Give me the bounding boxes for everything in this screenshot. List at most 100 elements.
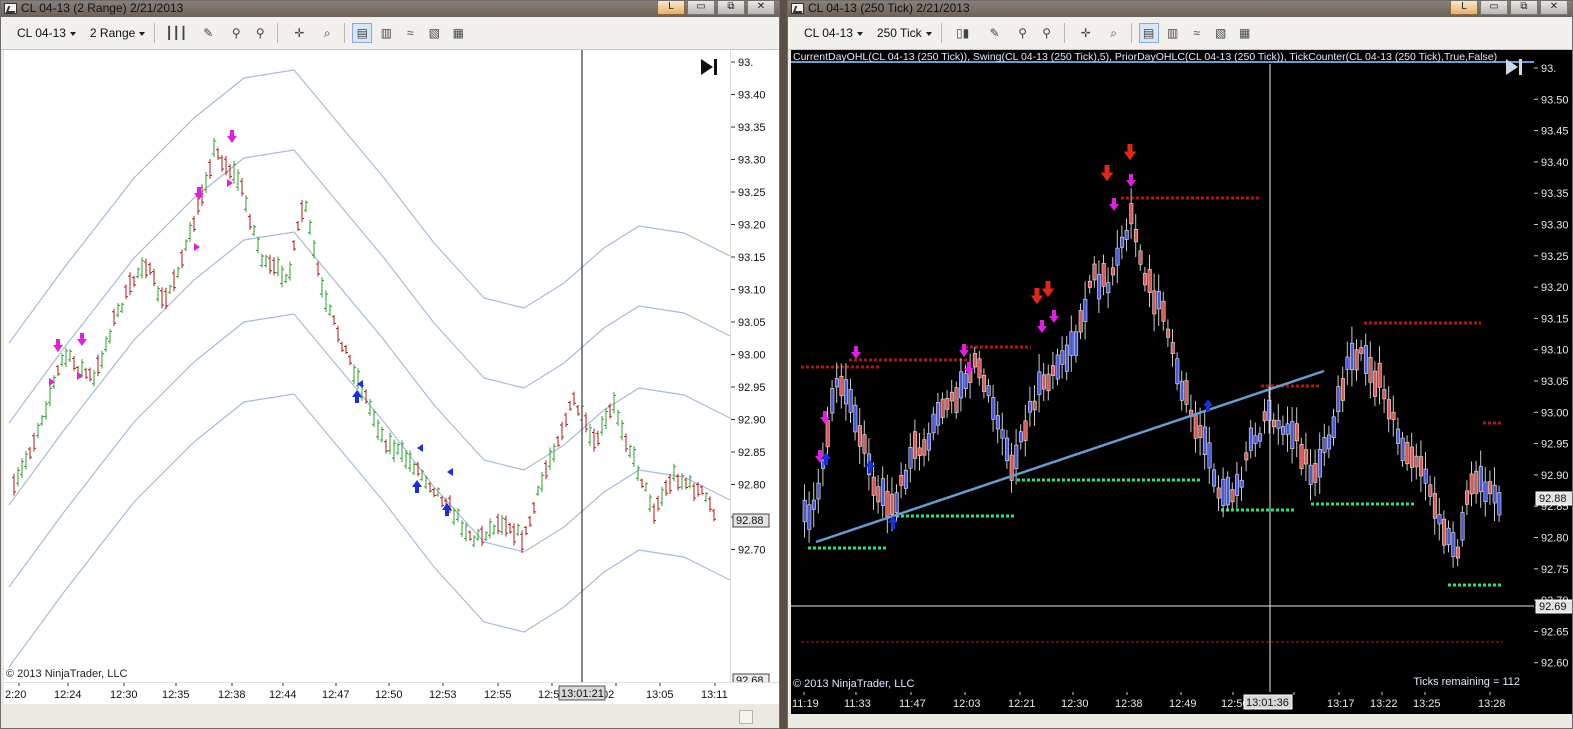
bar-type-icon[interactable]: ┃┃┃	[162, 23, 190, 43]
candle-body	[1087, 280, 1092, 288]
draw-tool-2-icon[interactable]: ⚲	[250, 23, 270, 43]
time-tick-label: 12:44	[269, 689, 297, 701]
candle-body	[890, 493, 895, 515]
price-tick-label: 92.95	[1541, 439, 1569, 451]
chart-window-right[interactable]: CL 04-13 (250 Tick) 2/21/2013 L ▭ ⧉ ✕ CL…	[787, 0, 1573, 729]
horizontal-scrollbar-left[interactable]	[4, 704, 779, 728]
price-tick-label: 92.90	[738, 415, 766, 427]
candle-body	[1161, 300, 1166, 322]
candle-body	[1216, 487, 1221, 499]
candle-body	[1120, 236, 1125, 248]
go-to-end-icon[interactable]	[1503, 56, 1525, 78]
price-tick-label: 93.35	[738, 122, 766, 134]
time-axis-left[interactable]: 2:20 12:24 12:30 12:35 12:38 12:44 12:47 12:50 1…	[4, 682, 779, 704]
minimize-button[interactable]: ▭	[687, 1, 715, 15]
candle-body	[1000, 429, 1005, 439]
maximize-button[interactable]: ⧉	[717, 1, 745, 15]
crosshair-icon[interactable]: ✛	[285, 23, 313, 43]
indicators-icon[interactable]: ▥	[1163, 23, 1183, 43]
candle-body	[1400, 437, 1405, 461]
signal-arrow-down	[1100, 165, 1114, 182]
time-tick-label: 12:38	[218, 689, 246, 701]
draw-tool-icon[interactable]: ⚲	[1013, 23, 1033, 43]
candle-body	[1083, 298, 1088, 322]
data-box-icon[interactable]: ▤	[1138, 23, 1159, 43]
crosshair-icon[interactable]: ✛	[1072, 23, 1100, 43]
toolbar-separator	[940, 23, 942, 43]
time-axis-right[interactable]: 11:19 11:33 11:47 12:03 12:21 12:30 12:38 12:49…	[791, 692, 1572, 714]
link-button[interactable]: L	[1450, 1, 1478, 15]
time-tick-label: 11:33	[844, 698, 871, 710]
candle-body	[1478, 466, 1483, 493]
candle-body	[1207, 442, 1212, 469]
chart-window-icon	[4, 3, 17, 14]
candle-body	[1092, 263, 1097, 281]
time-tick-label: 12:53	[429, 689, 457, 701]
price-tick-label: 93.45	[1541, 126, 1569, 138]
indicator-list-label: CurrentDayOHL(CL 04-13 (250 Tick)), Swin…	[793, 51, 1498, 63]
templates-icon[interactable]: ▧	[1211, 23, 1231, 43]
candle-body	[1327, 434, 1332, 450]
minimize-button[interactable]: ▭	[1480, 1, 1508, 15]
candle-body	[940, 398, 945, 418]
price-tick-label: 92.75	[1541, 564, 1569, 576]
window-title-left: CL 04-13 (2 Range) 2/21/2013	[21, 1, 184, 15]
price-plot-left[interactable]: © 2013 NinjaTrader, LLC	[4, 50, 730, 682]
candle-body	[903, 469, 908, 489]
strategies-icon[interactable]: ≈	[1187, 23, 1207, 43]
candle-body	[1460, 512, 1465, 541]
strategies-icon[interactable]: ≈	[400, 23, 420, 43]
current-price-label: 92.88	[1539, 493, 1567, 505]
close-button[interactable]: ✕	[1540, 1, 1568, 15]
zoom-icon[interactable]: ⌕	[317, 23, 337, 43]
go-to-end-icon[interactable]	[698, 56, 720, 78]
candle-body	[926, 433, 931, 451]
candle-body	[1230, 489, 1235, 503]
templates-icon[interactable]: ▧	[424, 23, 444, 43]
candle-body	[922, 439, 927, 456]
chart-window-left[interactable]: CL 04-13 (2 Range) 2/21/2013 L ▭ ⧉ ✕ CL …	[0, 0, 780, 729]
horizontal-scrollbar-right[interactable]	[791, 714, 1572, 728]
keltner-channel-band	[8, 69, 730, 344]
price-tick-label: 93.00	[1541, 407, 1569, 419]
link-button[interactable]: L	[657, 1, 685, 15]
candle-body	[1221, 478, 1226, 506]
candle-body	[995, 415, 1000, 430]
candle-body	[1253, 435, 1258, 444]
signal-arrow-down	[227, 130, 237, 143]
draw-pencil-icon[interactable]: ✎	[194, 23, 222, 43]
candle-body	[853, 404, 858, 433]
close-button[interactable]: ✕	[747, 1, 775, 15]
properties-icon[interactable]: ▦	[448, 23, 468, 43]
candle-body	[1166, 328, 1171, 338]
draw-tool-icon[interactable]: ⚲	[226, 23, 246, 43]
candle-body	[802, 499, 807, 523]
data-box-icon[interactable]: ▤	[352, 23, 373, 43]
maximize-button[interactable]: ⧉	[1510, 1, 1538, 15]
title-bar-right[interactable]: CL 04-13 (250 Tick) 2/21/2013 L ▭ ⧉ ✕	[788, 1, 1572, 17]
scroll-right-arrow-icon[interactable]	[739, 710, 753, 724]
properties-icon[interactable]: ▦	[1235, 23, 1255, 43]
draw-pencil-icon[interactable]: ✎	[981, 23, 1009, 43]
title-bar-left[interactable]: CL 04-13 (2 Range) 2/21/2013 L ▭ ⧉ ✕	[1, 1, 779, 17]
period-selector[interactable]: 250 Tick	[869, 23, 934, 43]
candle-body	[1497, 492, 1502, 516]
price-chart-left	[8, 50, 730, 682]
current-price-label: 92.88	[736, 515, 764, 527]
candle-body	[1018, 431, 1023, 443]
indicators-icon[interactable]: ▥	[376, 23, 396, 43]
candle-body	[1037, 371, 1042, 395]
price-tick-label: 92.80	[738, 480, 766, 492]
instrument-selector[interactable]: CL 04-13	[796, 23, 865, 43]
period-selector[interactable]: 2 Range	[82, 23, 147, 43]
price-axis-right[interactable]: 93. 93.50 93.45 93.40 93.35 93.30 93.25 93.20 93…	[1534, 50, 1572, 692]
price-axis-left[interactable]: 93. 93.40 93.35 93.30 93.25 93.20 93.15 93.10 93…	[730, 50, 779, 682]
candle-body	[1115, 247, 1120, 266]
zoom-icon[interactable]: ⌕	[1104, 23, 1124, 43]
candle-body	[830, 388, 835, 414]
draw-tool-2-icon[interactable]: ⚲	[1037, 23, 1057, 43]
bar-type-icon[interactable]: ▯▮	[949, 23, 977, 43]
crosshair-price-label: 92.69	[1539, 601, 1567, 613]
instrument-selector[interactable]: CL 04-13	[9, 23, 78, 43]
price-plot-right[interactable]: CurrentDayOHL(CL 04-13 (250 Tick)), Swin…	[791, 50, 1534, 692]
